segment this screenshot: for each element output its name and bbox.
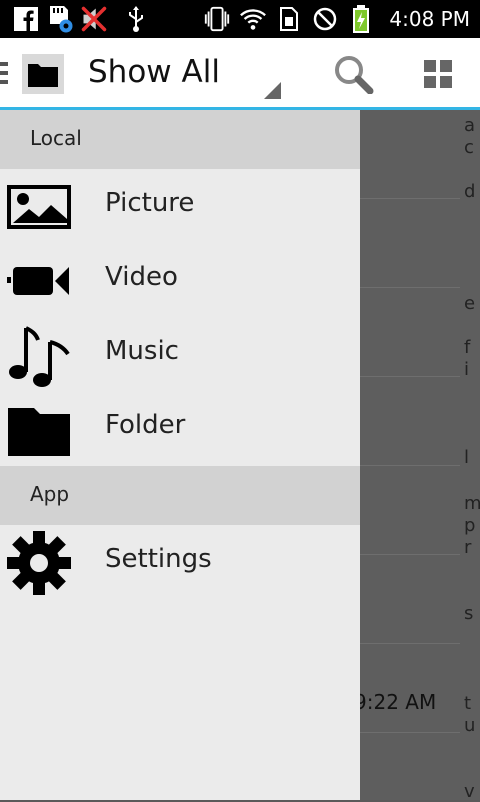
drawer-item-video[interactable]: Video [0,244,360,318]
list-item-time: 9:22 AM [354,690,437,714]
drawer-indicator-icon[interactable] [0,62,8,89]
battery-charging-icon [347,5,375,33]
vibrate-icon [203,5,231,33]
index-letter[interactable]: l [464,448,469,468]
index-letter[interactable]: r [464,538,471,558]
section-header-app: App [0,466,360,525]
navigation-drawer: Local Picture Video Music Folder App Set… [0,110,360,800]
section-header-local: Local [0,110,360,169]
spinner-dropdown-indicator-icon [264,82,281,99]
drawer-item-label: Settings [105,544,212,574]
drawer-item-music[interactable]: Music [0,318,360,392]
index-letter[interactable]: t [464,694,471,714]
picture-icon [6,176,72,238]
drawer-item-label: Picture [105,188,195,218]
list-divider [360,376,460,377]
section-label: App [30,482,70,506]
drawer-item-settings[interactable]: Settings [0,526,360,600]
index-letter[interactable]: e [464,294,475,314]
search-icon[interactable] [332,54,376,95]
folder-icon [6,398,72,460]
index-letter[interactable]: m [464,494,480,514]
status-time: 4:08 PM [389,7,470,31]
facebook-icon [12,5,40,33]
index-letter[interactable]: i [464,360,469,380]
status-bar: 4:08 PM [0,0,480,38]
wifi-icon [239,5,267,33]
gear-icon [6,531,72,595]
video-camera-icon [6,250,72,312]
view-filter-spinner[interactable]: Show All [88,54,220,90]
no-signal-icon [311,5,339,33]
music-note-icon [6,324,72,387]
list-divider [360,465,460,466]
list-divider [360,287,460,288]
muted-speaker-icon [80,5,108,33]
list-divider [360,732,460,733]
index-letter[interactable]: a [464,116,475,136]
drawer-item-label: Video [105,262,178,292]
drawer-item-label: Folder [105,410,186,440]
grid-view-icon[interactable] [424,60,452,88]
sd-card-sync-icon [46,5,74,33]
index-letter[interactable]: c [464,138,474,158]
usb-icon [122,5,150,33]
index-letter[interactable]: p [464,516,475,536]
drawer-item-folder[interactable]: Folder [0,392,360,466]
index-letter[interactable]: f [464,338,470,358]
index-letter[interactable]: s [464,604,473,624]
action-bar: Show All [0,38,480,110]
drawer-item-picture[interactable]: Picture [0,170,360,244]
list-divider [360,198,460,199]
index-letter[interactable]: v [464,782,475,802]
drawer-item-label: Music [105,336,179,366]
app-folder-icon[interactable] [22,54,64,94]
index-letter[interactable]: u [464,716,475,736]
list-divider [360,554,460,555]
alphabet-index-scroller[interactable]: a c d e f i l m p r s t u v [460,110,480,802]
index-letter[interactable]: d [464,182,475,202]
sim-icon [275,5,303,33]
section-label: Local [30,126,82,150]
list-divider [360,643,460,644]
